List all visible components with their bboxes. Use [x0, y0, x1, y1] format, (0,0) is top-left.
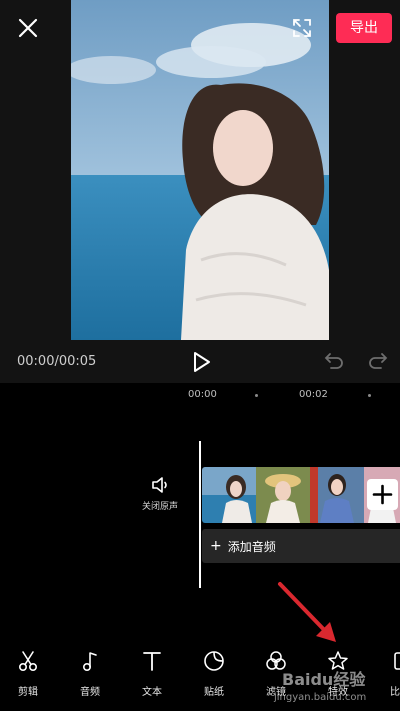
tool-label: 比 — [390, 687, 400, 698]
fullscreen-button[interactable] — [290, 16, 314, 40]
clip-thumbnail — [202, 467, 256, 523]
tool-ratio[interactable]: 比 — [378, 649, 400, 698]
ruler-tick — [368, 394, 371, 397]
video-preview[interactable] — [71, 0, 329, 340]
tool-sticker[interactable]: 贴纸 — [194, 649, 234, 698]
tool-label: 文本 — [142, 687, 162, 698]
close-button[interactable] — [14, 14, 42, 42]
scissors-icon — [18, 651, 38, 672]
tool-label: 特效 — [328, 687, 348, 698]
music-note-icon — [83, 652, 97, 672]
playhead[interactable] — [199, 441, 201, 588]
tool-filter[interactable]: 滤镜 — [256, 649, 296, 698]
tool-label: 滤镜 — [266, 687, 286, 698]
tool-cut[interactable]: 剪辑 — [8, 649, 48, 698]
tool-audio[interactable]: 音频 — [70, 649, 110, 698]
add-audio-label: 添加音频 — [227, 539, 276, 554]
time-display: 00:00/00:05 — [17, 354, 97, 369]
annotation-arrow-icon — [278, 582, 336, 642]
sticker-icon — [204, 651, 224, 671]
tool-label: 剪辑 — [18, 687, 38, 698]
ruler-time-label: 00:02 — [299, 389, 328, 400]
text-icon — [143, 652, 161, 671]
play-icon — [194, 352, 210, 372]
ruler-tick — [255, 394, 258, 397]
ruler-time-label: 00:00 — [188, 389, 217, 400]
clip-thumbnail — [310, 467, 364, 523]
tool-text[interactable]: 文本 — [132, 649, 172, 698]
mute-original-audio-button[interactable]: 关闭原声 — [140, 475, 180, 521]
video-editor-screen: 导出 00:00/00:05 00:00 00:02 关闭原声 + 添加音频 剪… — [0, 0, 400, 711]
fullscreen-icon — [293, 19, 311, 37]
play-button[interactable] — [190, 350, 212, 374]
clip-thumbnail — [256, 467, 310, 523]
redo-icon — [369, 353, 388, 369]
plus-icon — [372, 484, 393, 505]
tool-effects[interactable]: 特效 — [318, 649, 358, 698]
export-button[interactable]: 导出 — [336, 13, 392, 43]
redo-button[interactable] — [366, 350, 390, 372]
ratio-icon — [394, 652, 400, 670]
speaker-icon — [152, 477, 167, 493]
tool-label: 贴纸 — [204, 687, 224, 698]
undo-icon — [324, 353, 343, 369]
preview-area: 导出 00:00/00:05 — [0, 0, 400, 383]
plus-icon: + — [210, 538, 222, 554]
tool-label: 音频 — [80, 687, 100, 698]
close-icon — [18, 18, 38, 38]
add-audio-button[interactable]: + 添加音频 — [202, 529, 400, 563]
undo-button[interactable] — [322, 350, 346, 372]
add-clip-button[interactable] — [367, 479, 398, 510]
mute-label: 关闭原声 — [141, 502, 178, 512]
